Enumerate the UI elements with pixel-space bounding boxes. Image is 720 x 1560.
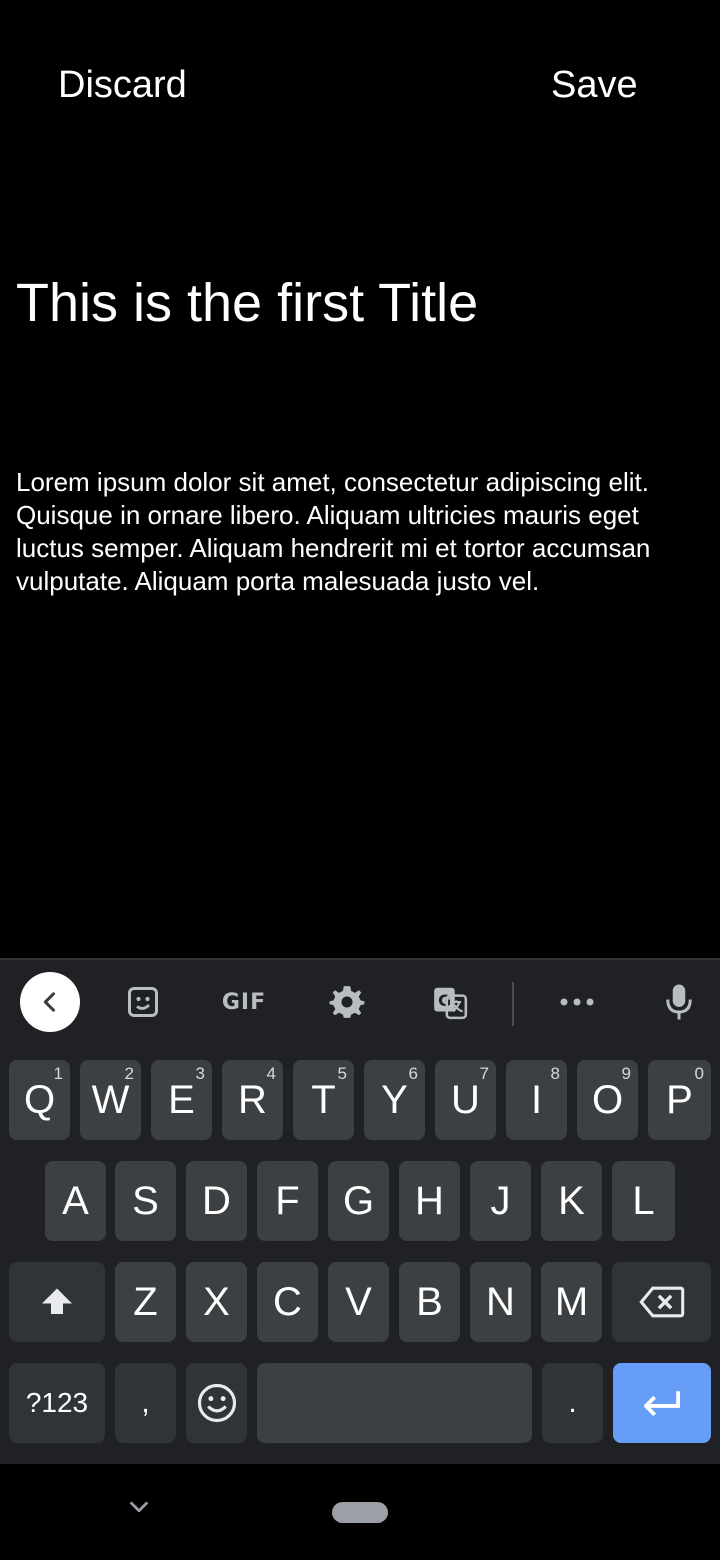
key-a[interactable]: A <box>45 1161 106 1241</box>
keyboard-row-1: Q1 W2 E3 R4 T5 Y6 U7 I8 O9 P0 <box>0 1060 720 1140</box>
discard-button[interactable]: Discard <box>58 60 187 110</box>
translate-icon[interactable]: G <box>420 972 480 1032</box>
key-b[interactable]: B <box>399 1262 460 1342</box>
sticker-icon[interactable] <box>113 972 173 1032</box>
key-f[interactable]: F <box>257 1161 318 1241</box>
key-u[interactable]: U7 <box>435 1060 496 1140</box>
key-z[interactable]: Z <box>115 1262 176 1342</box>
more-icon[interactable] <box>547 972 607 1032</box>
back-chevron-icon[interactable] <box>20 972 80 1032</box>
mic-icon[interactable] <box>649 972 709 1032</box>
emoji-icon <box>197 1383 236 1423</box>
navigation-bar <box>0 1464 720 1560</box>
key-s[interactable]: S <box>115 1161 176 1241</box>
shift-arrow-icon <box>42 1288 72 1314</box>
shift-key[interactable] <box>9 1262 105 1342</box>
gif-label: GIF <box>221 989 267 1015</box>
emoji-key[interactable] <box>186 1363 247 1443</box>
key-l[interactable]: L <box>612 1161 675 1241</box>
keyboard-row-3: Z X C V B N M <box>0 1262 720 1342</box>
symbols-key[interactable]: ?123 <box>9 1363 105 1443</box>
keyboard-row-2: A S D F G H J K L <box>0 1161 720 1241</box>
key-v[interactable]: V <box>328 1262 389 1342</box>
keyboard-toolbar: GIF G <box>0 960 720 1046</box>
space-key[interactable] <box>257 1363 532 1443</box>
keyboard-row-4: ?123 , . <box>0 1363 720 1443</box>
key-n[interactable]: N <box>470 1262 531 1342</box>
keyboard: GIF G Q1 W2 E3 R4 T5 Y6 U7 I8 O9 P0 A S … <box>0 958 720 1466</box>
comma-key[interactable]: , <box>115 1363 176 1443</box>
period-key[interactable]: . <box>542 1363 603 1443</box>
backspace-icon <box>638 1286 684 1318</box>
key-g[interactable]: G <box>328 1161 389 1241</box>
svg-text:G: G <box>438 991 451 1010</box>
key-i[interactable]: I8 <box>506 1060 567 1140</box>
save-button[interactable]: Save <box>551 60 638 110</box>
key-h[interactable]: H <box>399 1161 460 1241</box>
enter-key[interactable] <box>613 1363 711 1443</box>
gear-icon[interactable] <box>317 972 377 1032</box>
key-w[interactable]: W2 <box>80 1060 141 1140</box>
key-t[interactable]: T5 <box>293 1060 354 1140</box>
note-title-field[interactable]: This is the first Title <box>16 268 706 338</box>
key-p[interactable]: P0 <box>648 1060 711 1140</box>
key-o[interactable]: O9 <box>577 1060 638 1140</box>
key-m[interactable]: M <box>541 1262 602 1342</box>
key-k[interactable]: K <box>541 1161 602 1241</box>
backspace-key[interactable] <box>612 1262 711 1342</box>
key-e[interactable]: E3 <box>151 1060 212 1140</box>
gif-button[interactable]: GIF <box>214 972 274 1032</box>
enter-arrow-icon <box>643 1391 681 1417</box>
key-r[interactable]: R4 <box>222 1060 283 1140</box>
top-bar: Discard Save <box>0 0 720 170</box>
toolbar-divider <box>512 982 514 1026</box>
key-y[interactable]: Y6 <box>364 1060 425 1140</box>
key-d[interactable]: D <box>186 1161 247 1241</box>
key-q[interactable]: Q1 <box>9 1060 70 1140</box>
note-body-field[interactable]: Lorem ipsum dolor sit amet, consectetur … <box>16 466 696 598</box>
chevron-down-icon[interactable] <box>124 1492 154 1522</box>
home-pill[interactable] <box>332 1502 388 1523</box>
key-c[interactable]: C <box>257 1262 318 1342</box>
key-x[interactable]: X <box>186 1262 247 1342</box>
key-j[interactable]: J <box>470 1161 531 1241</box>
